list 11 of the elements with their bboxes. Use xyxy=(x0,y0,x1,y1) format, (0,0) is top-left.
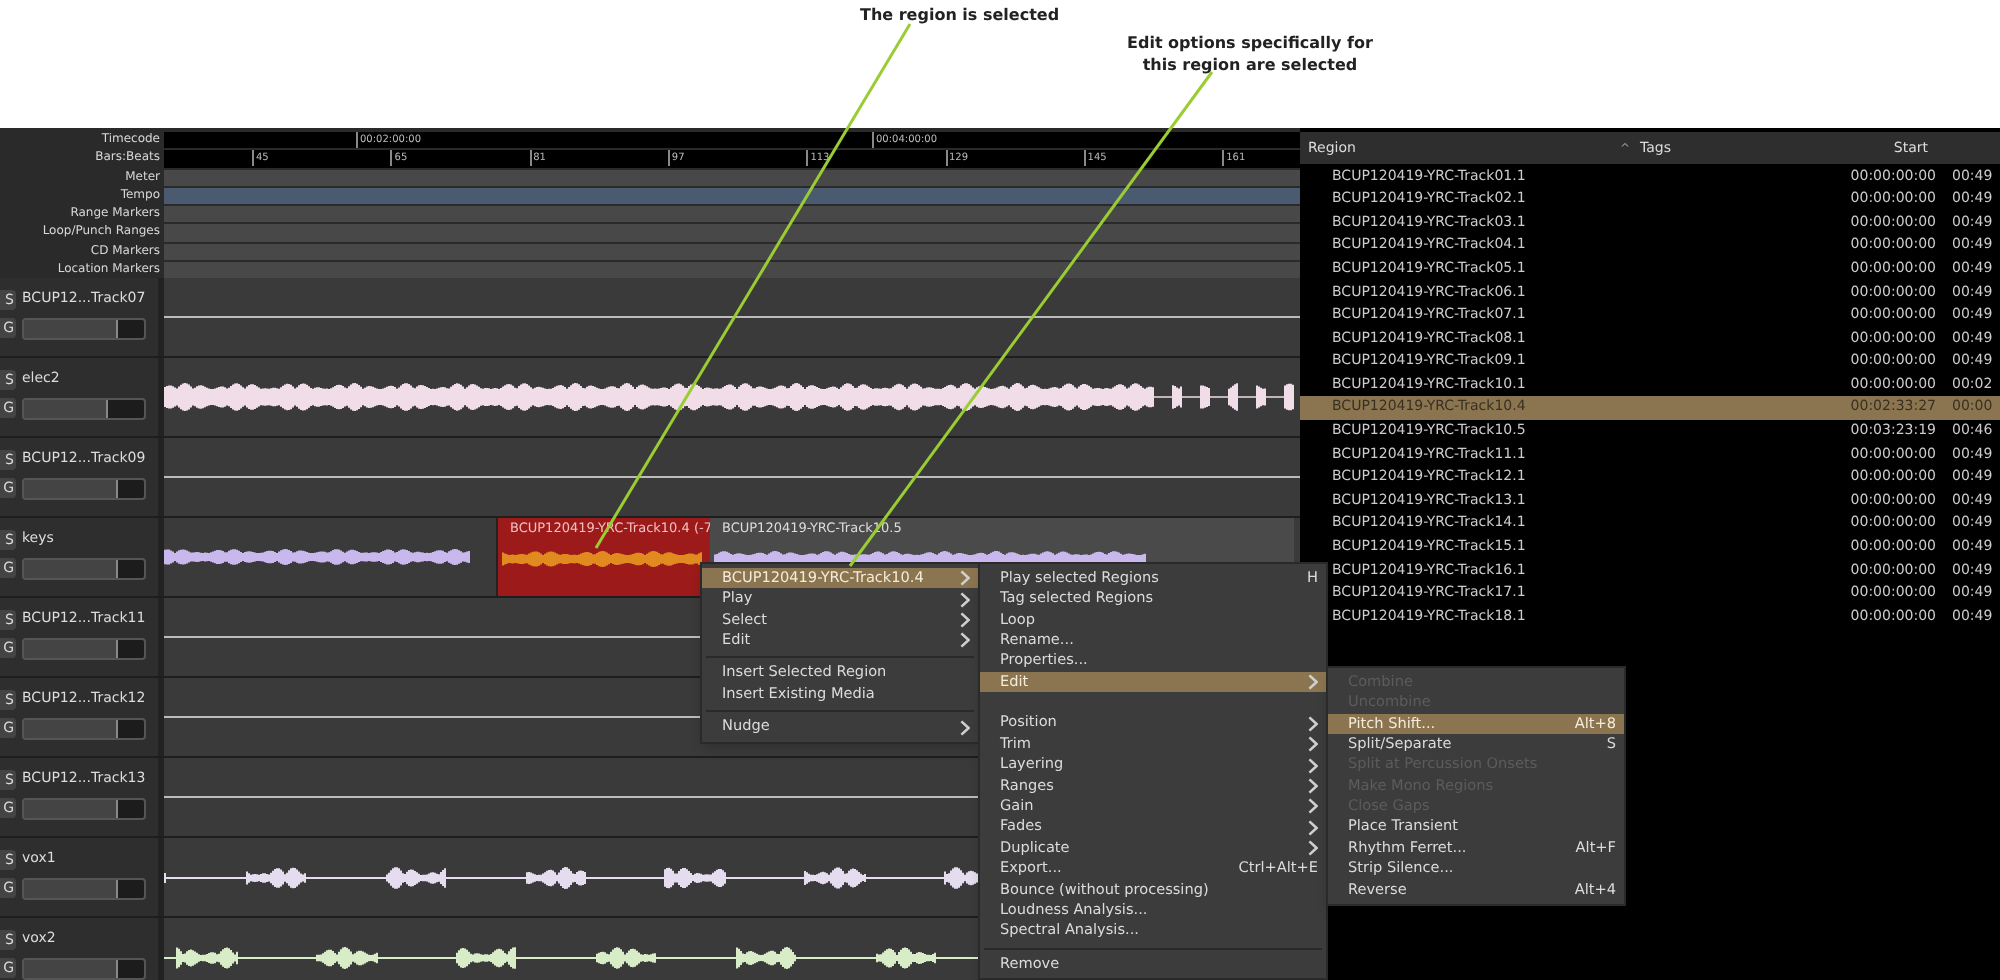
gain-fader[interactable] xyxy=(22,637,146,660)
annotation-text: The region is selected xyxy=(860,4,1060,28)
gain-fader[interactable] xyxy=(22,717,146,740)
gain-fader[interactable] xyxy=(22,477,146,500)
gain-fader[interactable] xyxy=(22,797,146,820)
gain-fader[interactable] xyxy=(22,557,146,580)
gain-fader[interactable] xyxy=(22,877,146,900)
gain-fader[interactable] xyxy=(22,317,146,340)
annotation-text: Edit options specifically for this region are selected xyxy=(1125,32,1375,76)
gain-fader[interactable] xyxy=(22,397,146,420)
gain-fader[interactable] xyxy=(22,957,146,980)
